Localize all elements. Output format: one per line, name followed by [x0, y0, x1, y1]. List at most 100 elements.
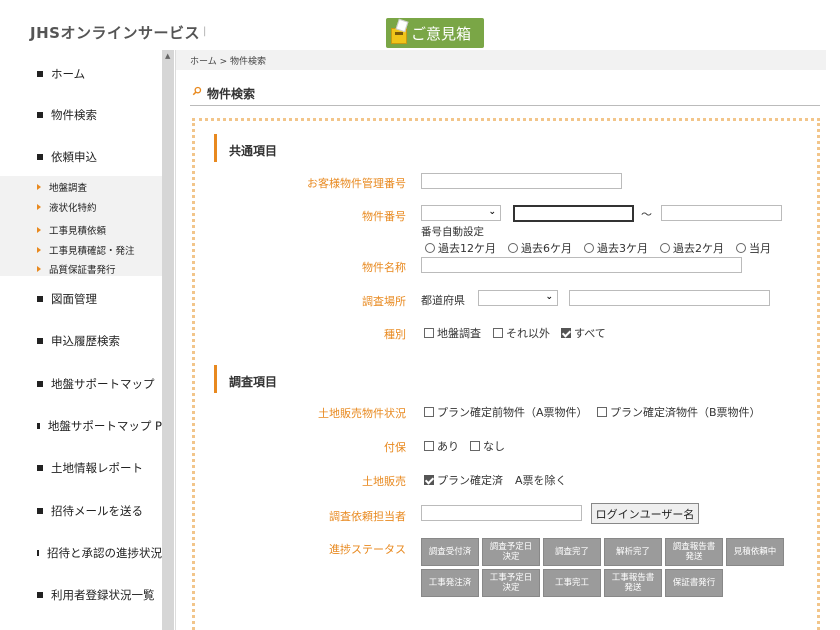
- chevron-down-icon: ⌄: [488, 207, 496, 217]
- status-button-survey-complete[interactable]: 調査完了: [543, 538, 601, 566]
- radio-icon: [660, 243, 670, 253]
- sidebar-item-send-invite[interactable]: 招待メールを送る: [0, 503, 162, 519]
- app-header: JHSオンラインサービス | ご意見箱: [0, 0, 840, 50]
- sidebar-subitem-estimate-order[interactable]: 工事見積確認・発注: [0, 243, 162, 257]
- radio-icon: [736, 243, 746, 253]
- sidebar-item-request[interactable]: 依頼申込: [0, 149, 162, 165]
- land-status-checkbox-a[interactable]: プラン確定前物件（A票物件）: [424, 404, 588, 420]
- bullet-icon: [37, 423, 40, 429]
- period-radio-3m[interactable]: 過去3ケ月: [584, 240, 648, 256]
- sidebar-subitem-liquefaction[interactable]: 液状化特約: [0, 200, 162, 214]
- type-label: 種別: [384, 328, 406, 341]
- sidebar-item-support-map-p[interactable]: 地盤サポートマップ P: [0, 418, 162, 434]
- sidebar-item-label: 利用者登録状況一覧: [51, 588, 155, 602]
- warranty-checkbox-no[interactable]: なし: [470, 438, 505, 454]
- caret-right-icon: [37, 266, 41, 272]
- type-checkbox-other[interactable]: それ以外: [493, 325, 550, 341]
- sidebar-item-home[interactable]: ホーム: [0, 66, 162, 82]
- checkbox-label: あり: [437, 440, 459, 453]
- sidebar-subitem-label: 工事見積確認・発注: [49, 246, 135, 257]
- property-no-from-input[interactable]: [513, 205, 634, 222]
- radio-label: 過去12ケ月: [438, 242, 496, 255]
- sidebar-subitem-estimate-request[interactable]: 工事見積依頼: [0, 223, 162, 237]
- breadcrumb-home-link[interactable]: ホーム: [190, 57, 217, 67]
- warranty-checkbox-yes[interactable]: あり: [424, 438, 459, 454]
- radio-label: 過去6ケ月: [521, 242, 572, 255]
- radio-icon: [584, 243, 594, 253]
- property-name-input[interactable]: [421, 257, 742, 273]
- sidebar-item-history-search[interactable]: 申込履歴検索: [0, 333, 162, 349]
- radio-label: 当月: [749, 242, 771, 255]
- checkbox-icon: [424, 328, 434, 338]
- land-status-checkbox-b[interactable]: プラン確定済物件（B票物件）: [597, 404, 761, 420]
- search-icon: [192, 86, 202, 96]
- land-sale-checkbox-plan-fixed[interactable]: プラン確定済: [424, 472, 503, 488]
- sidebar-scrollbar[interactable]: ▲: [162, 50, 174, 630]
- sidebar-item-label: 依頼申込: [51, 150, 97, 164]
- sidebar-item-label: 申込履歴検索: [51, 334, 120, 348]
- property-no-to-input[interactable]: [661, 205, 782, 221]
- section-heading-survey: 調査項目: [214, 365, 514, 393]
- feedback-box-button[interactable]: ご意見箱: [386, 18, 484, 48]
- property-no-label: 物件番号: [362, 210, 406, 223]
- status-button-survey-report-sent[interactable]: 調査報告書 発送: [665, 538, 723, 566]
- caret-right-icon: [37, 204, 41, 210]
- sidebar-subitem-warranty-issue[interactable]: 品質保証書発行: [0, 262, 162, 276]
- customer-property-no-input[interactable]: [421, 173, 622, 189]
- prefecture-label: 都道府県: [421, 294, 465, 307]
- sidebar-item-label: 図面管理: [51, 292, 97, 306]
- feedback-box-label: ご意見箱: [411, 24, 472, 43]
- sidebar-item-drawings[interactable]: 図面管理: [0, 291, 162, 307]
- period-radio-current[interactable]: 当月: [736, 240, 771, 256]
- radio-icon: [508, 243, 518, 253]
- sidebar: ホーム 物件検索 依頼申込 地盤調査 液状化特約 工事見積依頼 工事見積確認・発…: [0, 50, 176, 630]
- checkbox-label: それ以外: [506, 327, 550, 340]
- breadcrumb-bar: ホーム > 物件検索: [176, 50, 826, 70]
- sidebar-item-property-search[interactable]: 物件検索: [0, 107, 162, 123]
- property-no-prefix-select[interactable]: ⌄: [421, 205, 501, 221]
- login-user-name-button[interactable]: ログインユーザー名: [591, 503, 699, 524]
- sidebar-item-user-list[interactable]: 利用者登録状況一覧: [0, 587, 162, 603]
- radio-label: 過去2ケ月: [673, 242, 724, 255]
- bullet-icon: [37, 592, 43, 598]
- status-button-work-ordered[interactable]: 工事発注済: [421, 569, 479, 597]
- status-button-survey-received[interactable]: 調査受付済: [421, 538, 479, 566]
- checkbox-label: すべて: [574, 327, 606, 340]
- status-button-work-report-sent[interactable]: 工事報告書 発送: [604, 569, 662, 597]
- checkbox-icon: [424, 407, 434, 417]
- bullet-icon: [37, 381, 43, 387]
- status-button-analysis-complete[interactable]: 解析完了: [604, 538, 662, 566]
- checkbox-icon: [470, 441, 480, 451]
- period-radio-2m[interactable]: 過去2ケ月: [660, 240, 724, 256]
- period-radio-6m[interactable]: 過去6ケ月: [508, 240, 572, 256]
- sidebar-item-support-map[interactable]: 地盤サポートマップ: [0, 376, 162, 392]
- requester-input[interactable]: [421, 505, 582, 521]
- scroll-up-icon[interactable]: ▲: [165, 53, 170, 60]
- sidebar-subitem-ground-survey[interactable]: 地盤調査: [0, 180, 162, 194]
- status-button-warranty-issued[interactable]: 保証書発行: [665, 569, 723, 597]
- breadcrumb-separator: >: [219, 57, 228, 67]
- requester-label: 調査依頼担当者: [329, 510, 406, 523]
- location-address-input[interactable]: [569, 290, 770, 306]
- sidebar-item-label: 招待と承認の進捗状況: [47, 546, 162, 560]
- radio-icon: [425, 243, 435, 253]
- status-button-estimate-requested[interactable]: 見積依頼中: [726, 538, 784, 566]
- auto-number-label: 番号自動設定: [421, 226, 484, 238]
- sidebar-subitem-label: 地盤調査: [49, 183, 88, 194]
- status-button-work-complete[interactable]: 工事完工: [543, 569, 601, 597]
- period-radio-12m[interactable]: 過去12ケ月: [425, 240, 496, 256]
- app-title: JHSオンラインサービス: [30, 24, 200, 42]
- bullet-icon: [37, 550, 39, 556]
- checkbox-checked-icon: [561, 328, 571, 338]
- status-button-survey-date-fixed[interactable]: 調査予定日 決定: [482, 538, 540, 566]
- bullet-icon: [37, 338, 43, 344]
- type-checkbox-all[interactable]: すべて: [561, 325, 606, 341]
- sidebar-item-label: 物件検索: [51, 108, 97, 122]
- sidebar-item-invite-progress[interactable]: 招待と承認の進捗状況: [0, 545, 162, 561]
- radio-label: 過去3ケ月: [597, 242, 648, 255]
- property-name-label: 物件名称: [362, 261, 406, 274]
- sidebar-item-land-report[interactable]: 土地情報レポート: [0, 460, 162, 476]
- prefecture-select[interactable]: ⌄: [478, 290, 558, 306]
- status-button-work-date-fixed[interactable]: 工事予定日 決定: [482, 569, 540, 597]
- type-checkbox-ground-survey[interactable]: 地盤調査: [424, 325, 481, 341]
